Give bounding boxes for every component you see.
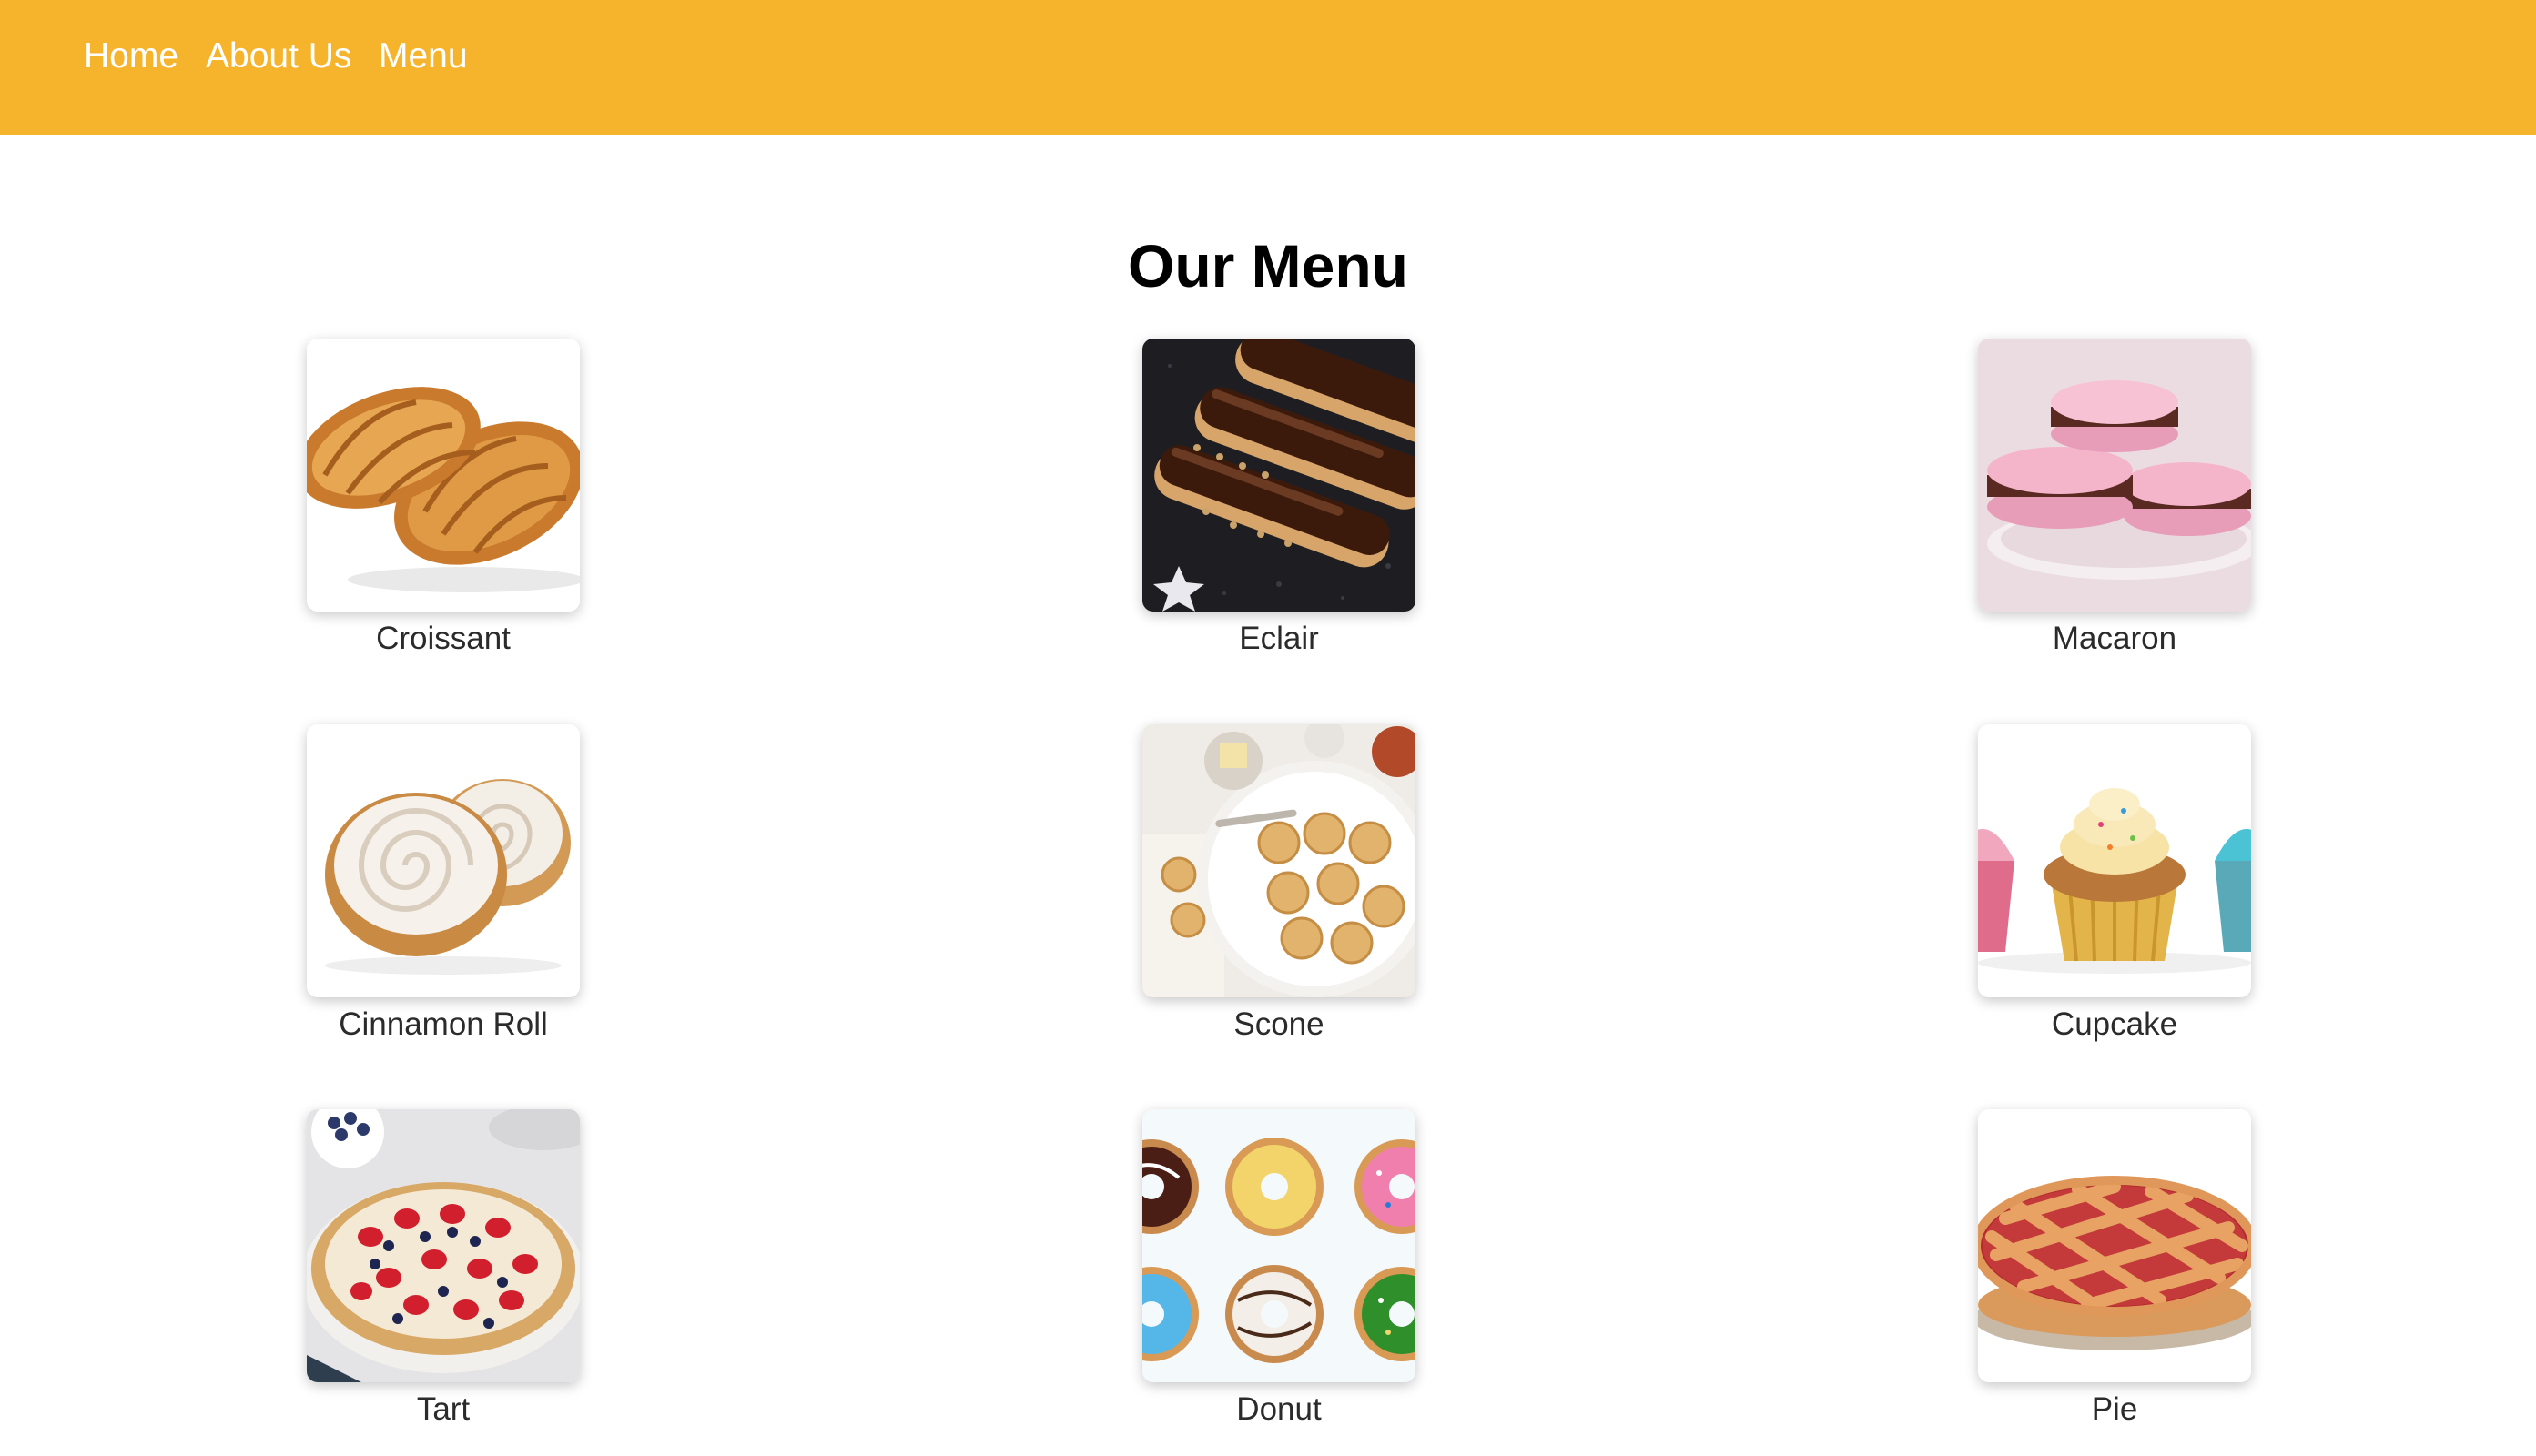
menu-item-label: Tart — [416, 1391, 471, 1427]
menu-item-croissant[interactable]: Croissant — [307, 339, 580, 657]
pie-image[interactable] — [1978, 1109, 2251, 1382]
eclair-image[interactable] — [1142, 339, 1415, 612]
menu-item-macaron[interactable]: Macaron — [1978, 339, 2251, 657]
menu-item-label: Macaron — [2052, 621, 2177, 656]
nav-home-link[interactable]: Home — [84, 35, 178, 78]
scone-image[interactable] — [1142, 724, 1415, 997]
menu-item-label: Cinnamon Roll — [339, 1006, 548, 1042]
nav-menu-link[interactable]: Menu — [379, 35, 468, 78]
menu-item-scone[interactable]: Scone — [1142, 724, 1415, 1043]
cupcake-image[interactable] — [1978, 724, 2251, 997]
menu-item-pie[interactable]: Pie — [1978, 1109, 2251, 1428]
menu-item-label: Scone — [1233, 1006, 1324, 1042]
menu-item-label: Eclair — [1239, 621, 1319, 656]
cinnamon-roll-image[interactable] — [307, 724, 580, 997]
menu-item-donut[interactable]: Donut — [1142, 1109, 1415, 1428]
menu-item-label: Croissant — [376, 621, 511, 656]
menu-item-eclair[interactable]: Eclair — [1142, 339, 1415, 657]
tart-image[interactable] — [307, 1109, 580, 1382]
macaron-image[interactable] — [1978, 339, 2251, 612]
nav-about-us-link[interactable]: About Us — [206, 35, 351, 78]
menu-item-tart[interactable]: Tart — [307, 1109, 580, 1428]
croissant-image[interactable] — [307, 339, 580, 612]
menu-item-label: Pie — [2091, 1391, 2138, 1427]
menu-item-label: Cupcake — [2051, 1006, 2178, 1042]
menu-item-label: Donut — [1236, 1391, 1322, 1427]
donut-image[interactable] — [1142, 1109, 1415, 1382]
menu-item-cupcake[interactable]: Cupcake — [1978, 724, 2251, 1043]
page-title: Our Menu — [1128, 232, 1408, 299]
menu-item-cinnamon-roll[interactable]: Cinnamon Roll — [307, 724, 580, 1043]
top-nav-bar: Home About Us Menu — [0, 0, 2536, 135]
